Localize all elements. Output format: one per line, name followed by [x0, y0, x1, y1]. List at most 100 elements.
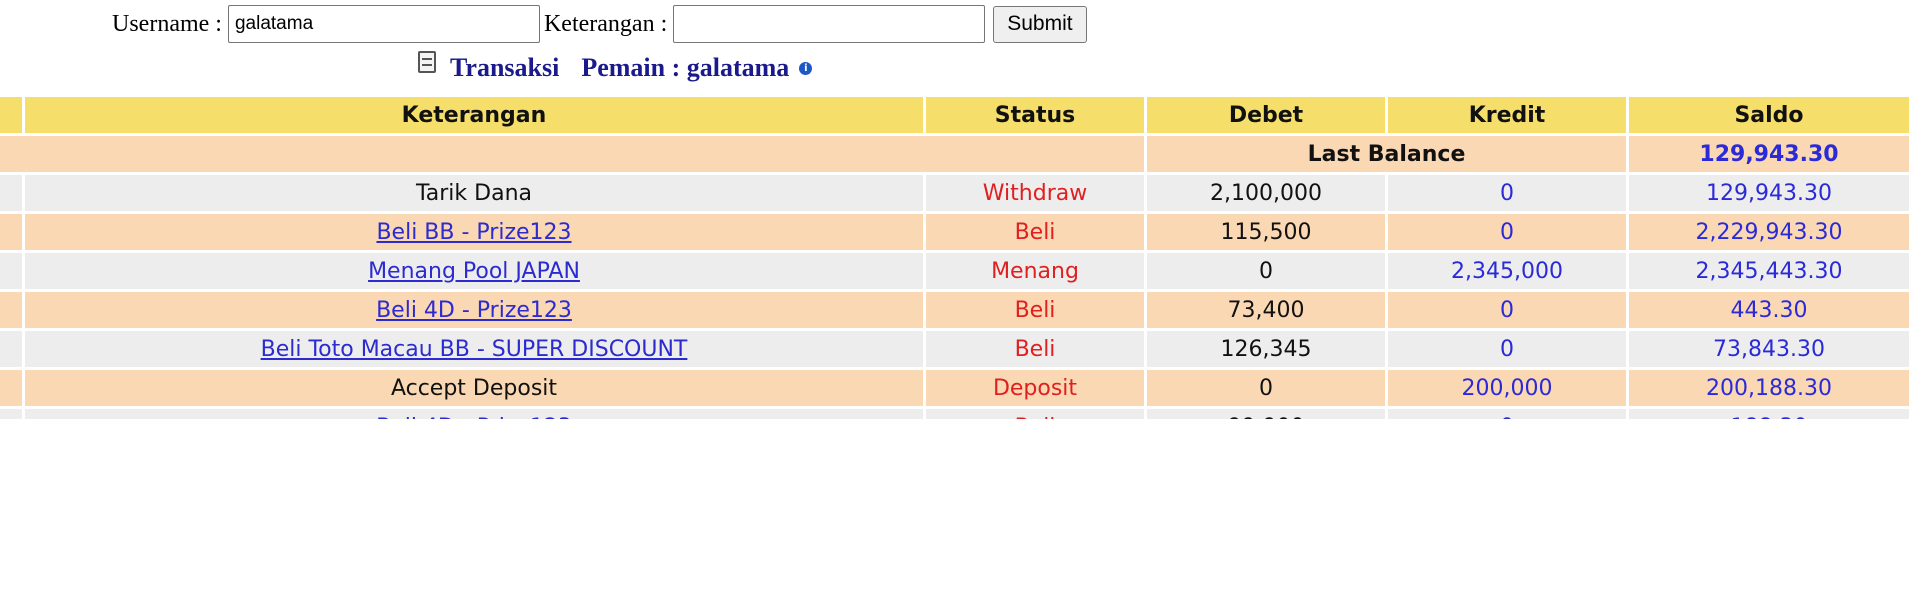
last-balance-value: 129,943.30: [1629, 136, 1909, 172]
cell-debet-text: 99,900: [1228, 415, 1305, 420]
cell-saldo-text: 2,345,443.30: [1695, 258, 1843, 284]
row-spacer: [0, 253, 22, 289]
keterangan-input[interactable]: [673, 5, 986, 43]
cell-keterangan: Menang Pool JAPAN: [25, 253, 923, 289]
cell-saldo: 129,943.30: [1629, 175, 1909, 211]
cell-kredit-text: 0: [1500, 297, 1514, 323]
cell-debet: 99,900: [1147, 409, 1385, 419]
cell-keterangan: Beli Toto Macau BB - SUPER DISCOUNT: [25, 331, 923, 367]
cell-keterangan-link[interactable]: Beli BB - Prize123: [376, 220, 571, 245]
last-balance-spacer: [0, 136, 1144, 172]
cell-debet-text: 0: [1259, 258, 1273, 284]
cell-debet: 126,345: [1147, 331, 1385, 367]
header-spacer: [0, 97, 22, 133]
cell-kredit-text: 0: [1500, 180, 1514, 206]
cell-kredit: 0: [1388, 331, 1626, 367]
cell-keterangan: Accept Deposit: [25, 370, 923, 406]
page-title: Transaksi Pemain : galatama i: [418, 48, 813, 88]
cell-debet-text: 126,345: [1220, 336, 1312, 362]
cell-status: Beli: [926, 409, 1144, 419]
username-input[interactable]: [227, 5, 540, 43]
cell-saldo: 2,345,443.30: [1629, 253, 1909, 289]
cell-status-text: Withdraw: [982, 180, 1088, 206]
transaction-table: Keterangan Status Debet Kredit Saldo Las…: [0, 94, 1912, 419]
cell-keterangan: Beli 4D - Prize123: [25, 292, 923, 328]
cell-saldo: 2,229,943.30: [1629, 214, 1909, 250]
cell-kredit-text: 200,000: [1461, 375, 1553, 401]
cell-kredit: 0: [1388, 214, 1626, 250]
cell-status: Menang: [926, 253, 1144, 289]
cell-status-text: Beli: [1015, 415, 1056, 420]
cell-debet-text: 115,500: [1220, 219, 1312, 245]
cell-status-text: Deposit: [992, 375, 1078, 401]
cell-kredit: 0: [1388, 292, 1626, 328]
cell-saldo-text: 129,943.30: [1706, 180, 1832, 206]
cell-kredit: 0: [1388, 409, 1626, 419]
cell-debet: 0: [1147, 253, 1385, 289]
transaction-table-container: Keterangan Status Debet Kredit Saldo Las…: [0, 94, 1920, 419]
cell-keterangan: Beli BB - Prize123: [25, 214, 923, 250]
cell-saldo: 200,188.30: [1629, 370, 1909, 406]
row-spacer: [0, 292, 22, 328]
document-icon: [418, 51, 436, 73]
table-row: Beli Toto Macau BB - SUPER DISCOUNT Beli 1…: [0, 331, 1909, 367]
cell-saldo: 73,843.30: [1629, 331, 1909, 367]
cell-status: Withdraw: [926, 175, 1144, 211]
cell-keterangan: Beli 4D - Prize123: [25, 409, 923, 419]
cell-status-text: Menang: [991, 258, 1079, 284]
cell-debet-text: 2,100,000: [1210, 180, 1322, 206]
cell-saldo-text: 443.30: [1730, 297, 1808, 323]
table-row: Beli 4D - Prize123 Beli 73,400 0 443.30: [0, 292, 1909, 328]
cell-keterangan-link[interactable]: Beli 4D - Prize123: [376, 298, 572, 323]
title-transaksi: Transaksi: [450, 53, 560, 82]
cell-debet: 2,100,000: [1147, 175, 1385, 211]
cell-keterangan-link[interactable]: Menang Pool JAPAN: [368, 259, 580, 284]
header-debet: Debet: [1147, 97, 1385, 133]
table-row: Beli 4D - Prize123 Beli 99,900 0 188.30: [0, 409, 1909, 419]
row-spacer: [0, 370, 22, 406]
title-pemain: Pemain : galatama: [581, 53, 790, 82]
cell-keterangan: Tarik Dana: [25, 175, 923, 211]
keterangan-label: Keterangan :: [543, 10, 668, 37]
cell-debet-text: 0: [1259, 375, 1273, 401]
table-row: Tarik Dana Withdraw 2,100,000 0 129,943.30: [0, 175, 1909, 211]
cell-status-text: Beli: [1014, 219, 1056, 245]
cell-kredit-text: 2,345,000: [1451, 258, 1563, 284]
last-balance-label: Last Balance: [1147, 136, 1626, 172]
cell-saldo-text: 200,188.30: [1706, 375, 1832, 401]
cell-saldo: 443.30: [1629, 292, 1909, 328]
cell-debet: 73,400: [1147, 292, 1385, 328]
row-spacer: [0, 331, 22, 367]
cell-saldo-text: 188.30: [1731, 415, 1808, 420]
username-label: Username :: [112, 10, 222, 37]
cell-status-text: Beli: [1014, 336, 1056, 362]
cell-keterangan-text: Tarik Dana: [415, 180, 532, 206]
cell-saldo-text: 73,843.30: [1713, 336, 1825, 362]
cell-kredit-text: 0: [1500, 219, 1514, 245]
table-header-row: Keterangan Status Debet Kredit Saldo: [0, 97, 1909, 133]
cell-status: Beli: [926, 214, 1144, 250]
header-status: Status: [926, 97, 1144, 133]
cell-debet: 0: [1147, 370, 1385, 406]
cell-status: Beli: [926, 292, 1144, 328]
cell-keterangan-text: Accept Deposit: [390, 375, 558, 401]
row-spacer: [0, 214, 22, 250]
cell-kredit-text: 0: [1500, 415, 1514, 420]
table-row: Beli BB - Prize123 Beli 115,500 0 2,229,943.…: [0, 214, 1909, 250]
cell-saldo: 188.30: [1629, 409, 1909, 419]
submit-button[interactable]: Submit: [993, 5, 1087, 43]
cell-keterangan-link[interactable]: Beli 4D - Prize123: [376, 415, 572, 420]
cell-keterangan-link[interactable]: Beli Toto Macau BB - SUPER DISCOUNT: [261, 337, 688, 362]
cell-debet-text: 73,400: [1227, 297, 1305, 323]
header-saldo: Saldo: [1629, 97, 1909, 133]
last-balance-row: Last Balance 129,943.30: [0, 136, 1909, 172]
cell-debet: 115,500: [1147, 214, 1385, 250]
info-icon[interactable]: i: [799, 61, 813, 75]
cell-status: Beli: [926, 331, 1144, 367]
cell-kredit: 2,345,000: [1388, 253, 1626, 289]
cell-kredit: 0: [1388, 175, 1626, 211]
cell-status-text: Beli: [1014, 297, 1056, 323]
cell-kredit-text: 0: [1500, 336, 1514, 362]
header-keterangan: Keterangan: [25, 97, 923, 133]
table-row: Accept Deposit Deposit 0 200,000 200,188.30: [0, 370, 1909, 406]
